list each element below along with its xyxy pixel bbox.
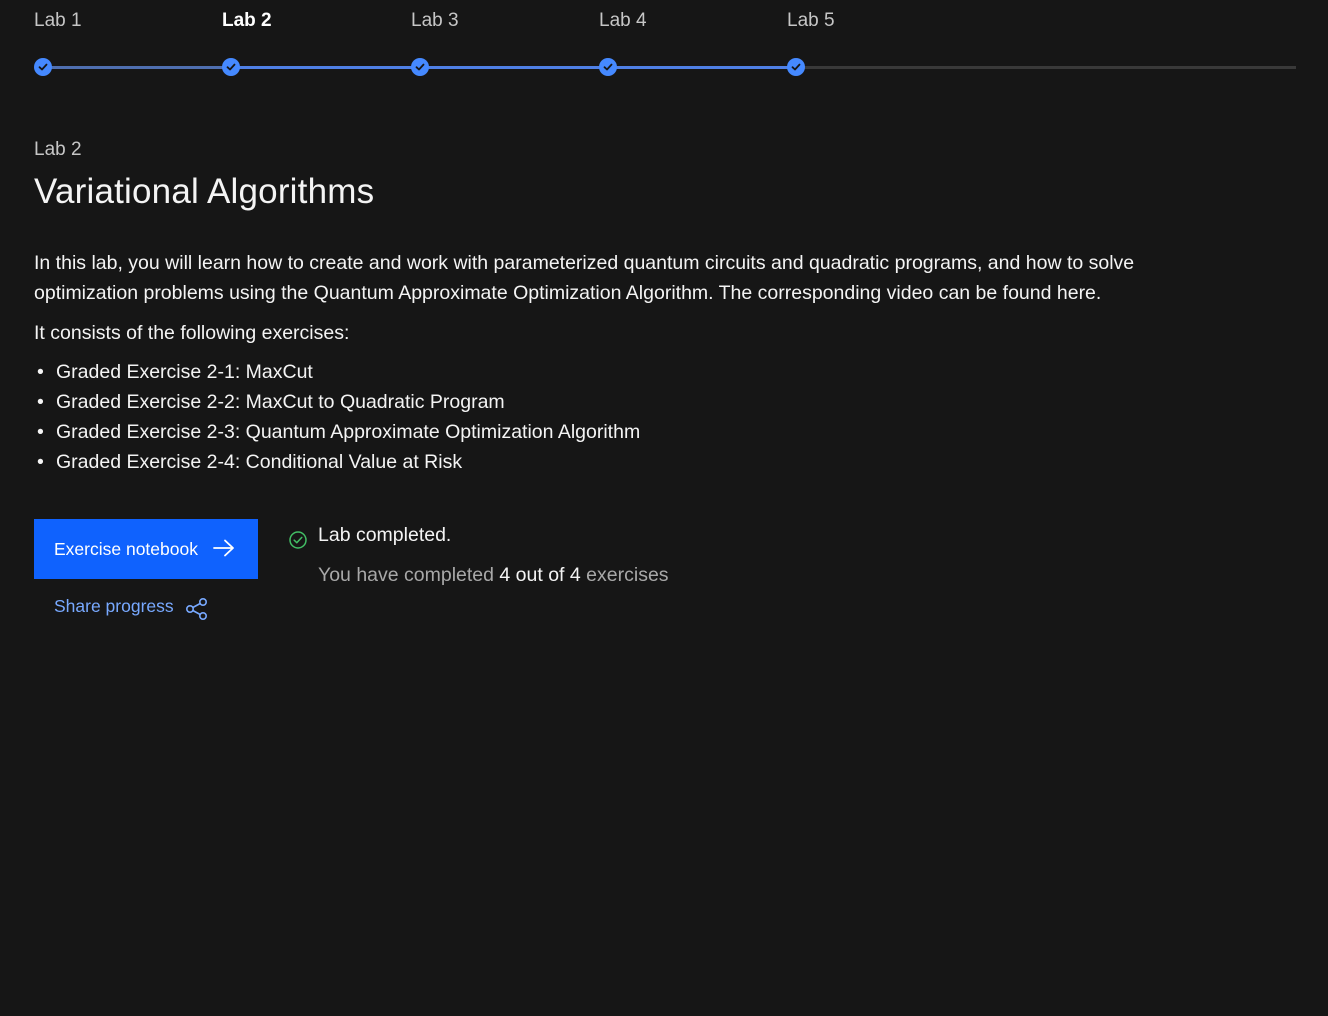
list-item: • Graded Exercise 2-2: MaxCut to Quadrati… (34, 387, 640, 417)
lab-progress-indicator: Lab 1 Lab 2 Lab 3 Lab 4 Lab 5 (0, 0, 1328, 90)
lab-status-title: Lab completed. (318, 524, 452, 546)
list-item: • Graded Exercise 2-3: Quantum Approximat… (34, 417, 640, 447)
checkmark-icon (787, 58, 805, 76)
checkmark-icon (34, 58, 52, 76)
exercise-label: Graded Exercise 2-4: Conditional Value a… (56, 451, 463, 473)
bullet-icon: • (37, 391, 44, 413)
progress-step-label: Lab 3 (411, 10, 459, 31)
progress-step-lab-3[interactable]: Lab 3 (411, 0, 591, 90)
share-progress-label: Share progress (54, 596, 174, 616)
page-title: Variational Algorithms (34, 172, 375, 211)
lab-description: In this lab, you will learn how to creat… (34, 252, 1135, 304)
bullet-icon: • (37, 361, 44, 383)
progress-step-label: Lab 4 (599, 10, 647, 31)
exercises-intro: It consists of the following exercises: (34, 322, 350, 344)
checkmark-outline-icon (289, 531, 307, 549)
bullet-icon: • (37, 421, 44, 443)
status-detail-count: 4 out of 4 (499, 564, 581, 586)
checkmark-icon (222, 58, 240, 76)
checkmark-icon (599, 58, 617, 76)
exercise-notebook-label: Exercise notebook (54, 538, 198, 559)
progress-step-lab-2[interactable]: Lab 2 (222, 0, 402, 90)
status-detail-suffix: exercises (586, 564, 669, 586)
lab-eyebrow: Lab 2 (34, 139, 82, 160)
list-item: • Graded Exercise 2-1: MaxCut (34, 357, 640, 387)
exercise-label: Graded Exercise 2-3: Quantum Approximate… (56, 421, 641, 443)
status-detail-prefix: You have completed (318, 564, 494, 586)
exercise-label: Graded Exercise 2-1: MaxCut (56, 361, 313, 383)
progress-step-label: Lab 5 (787, 10, 835, 31)
progress-step-lab-4[interactable]: Lab 4 (599, 0, 779, 90)
share-progress-link[interactable]: Share progress (54, 596, 208, 621)
arrow-right-icon (213, 539, 234, 557)
progress-step-label: Lab 1 (34, 10, 82, 31)
progress-step-label: Lab 2 (222, 10, 272, 31)
lab-status-detail: You have completed 4 out of 4 exercises (318, 564, 669, 587)
checkmark-icon (411, 58, 429, 76)
share-icon (185, 597, 208, 621)
exercise-list: • Graded Exercise 2-1: MaxCut • Graded Exe… (34, 357, 640, 477)
exercise-label: Graded Exercise 2-2: MaxCut to Quadratic… (56, 391, 505, 413)
exercise-notebook-button[interactable]: Exercise notebook (34, 519, 258, 579)
progress-step-lab-5[interactable]: Lab 5 (787, 0, 967, 90)
bullet-icon: • (37, 451, 44, 473)
list-item: • Graded Exercise 2-4: Conditional Value … (34, 447, 640, 477)
progress-step-lab-1[interactable]: Lab 1 (34, 0, 214, 90)
